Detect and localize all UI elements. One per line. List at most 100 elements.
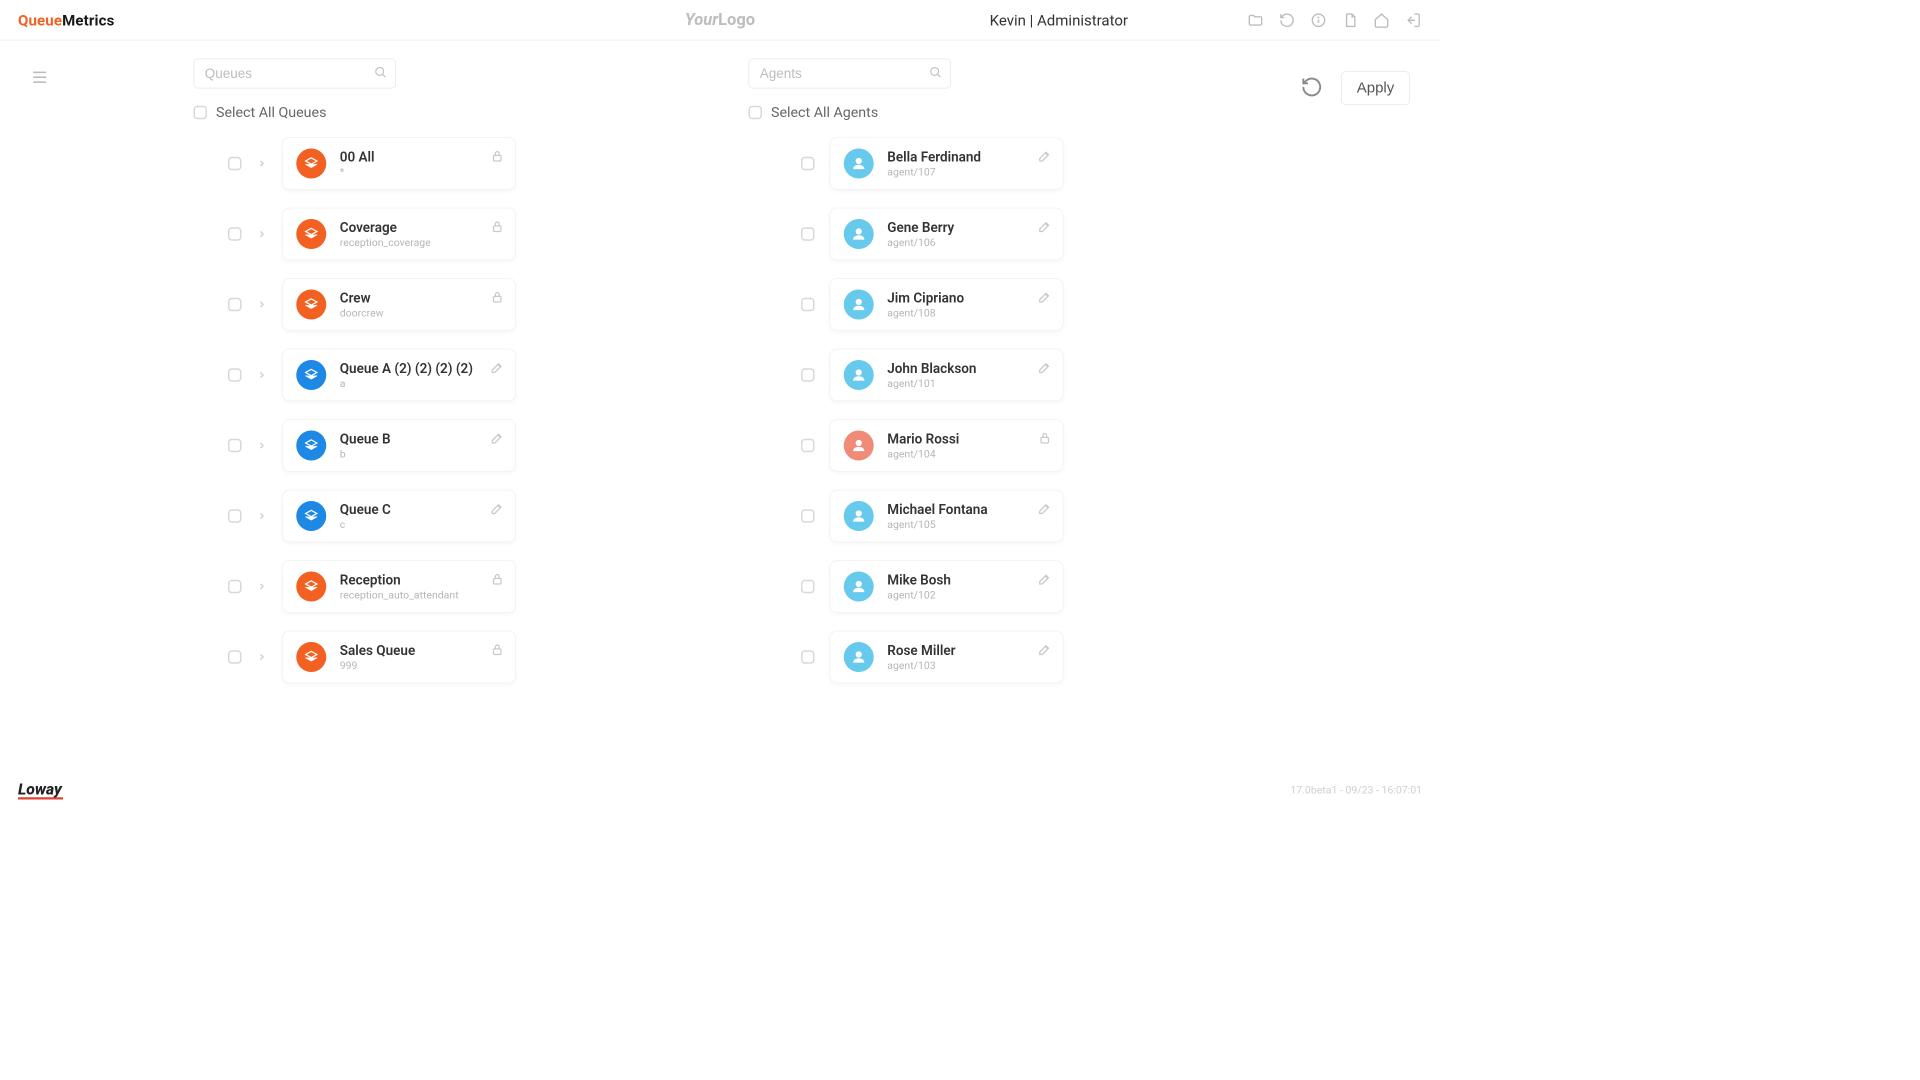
user-icon bbox=[844, 149, 874, 179]
stack-icon bbox=[296, 501, 326, 531]
top-right-controls: Kevin | Administrator bbox=[990, 11, 1422, 29]
queue-checkbox[interactable] bbox=[228, 157, 242, 171]
chevron-right-icon[interactable] bbox=[257, 511, 268, 522]
lock-icon[interactable] bbox=[490, 572, 505, 590]
queue-card[interactable]: Crew doorcrew bbox=[282, 278, 516, 331]
search-icon[interactable] bbox=[374, 65, 388, 82]
edit-icon[interactable] bbox=[1037, 219, 1052, 237]
chevron-right-icon[interactable] bbox=[257, 229, 268, 240]
user-label[interactable]: Kevin | Administrator bbox=[990, 11, 1128, 29]
lock-icon[interactable] bbox=[490, 290, 505, 308]
refresh-button[interactable] bbox=[1300, 75, 1323, 101]
agent-card[interactable]: Mike Bosh agent/102 bbox=[830, 560, 1064, 613]
search-icon[interactable] bbox=[929, 65, 943, 82]
queue-title: Crew bbox=[340, 290, 384, 306]
stack-icon bbox=[296, 149, 326, 179]
edit-icon[interactable] bbox=[1037, 642, 1052, 660]
user-icon bbox=[844, 642, 874, 672]
queues-list: 00 All * Coverage reception_coverage Cre… bbox=[150, 137, 615, 683]
queue-row: Sales Queue 999 bbox=[150, 631, 615, 684]
lock-icon[interactable] bbox=[490, 642, 505, 660]
queue-card[interactable]: Coverage reception_coverage bbox=[282, 208, 516, 261]
queue-subtitle: doorcrew bbox=[340, 307, 384, 319]
apply-button[interactable]: Apply bbox=[1341, 71, 1410, 105]
queue-checkbox[interactable] bbox=[228, 580, 242, 594]
edit-icon[interactable] bbox=[490, 360, 505, 378]
brand-logo: QueueMetrics bbox=[18, 11, 114, 29]
agent-checkbox[interactable] bbox=[801, 650, 815, 664]
agent-checkbox[interactable] bbox=[801, 157, 815, 171]
queue-card[interactable]: 00 All * bbox=[282, 137, 516, 190]
folder-icon[interactable] bbox=[1247, 11, 1265, 29]
queue-card[interactable]: Queue C c bbox=[282, 490, 516, 543]
agent-card[interactable]: Mario Rossi agent/104 bbox=[830, 419, 1064, 472]
agent-subtitle: agent/107 bbox=[887, 166, 981, 178]
queue-card[interactable]: Queue B b bbox=[282, 419, 516, 472]
queue-checkbox[interactable] bbox=[228, 439, 242, 453]
select-all-queues-checkbox[interactable] bbox=[194, 105, 208, 119]
home-icon[interactable] bbox=[1373, 11, 1391, 29]
agent-row: Mario Rossi agent/104 bbox=[705, 419, 1230, 472]
agent-card[interactable]: Michael Fontana agent/105 bbox=[830, 490, 1064, 543]
chevron-right-icon[interactable] bbox=[257, 370, 268, 381]
edit-icon[interactable] bbox=[1037, 501, 1052, 519]
agent-card-text: Jim Cipriano agent/108 bbox=[887, 290, 964, 319]
document-icon[interactable] bbox=[1341, 11, 1359, 29]
queue-subtitle: 999 bbox=[340, 660, 415, 672]
logout-icon[interactable] bbox=[1404, 11, 1422, 29]
center-logo-rest: Logo bbox=[718, 11, 755, 30]
chevron-right-icon[interactable] bbox=[257, 299, 268, 310]
queue-checkbox[interactable] bbox=[228, 227, 242, 241]
info-icon[interactable] bbox=[1310, 11, 1328, 29]
queue-checkbox[interactable] bbox=[228, 509, 242, 523]
top-bar: QueueMetrics YourLogo Kevin | Administra… bbox=[0, 0, 1440, 41]
user-icon bbox=[844, 431, 874, 461]
queue-row: Crew doorcrew bbox=[150, 278, 615, 331]
chevron-right-icon[interactable] bbox=[257, 158, 268, 169]
chevron-right-icon[interactable] bbox=[257, 440, 268, 451]
agent-card[interactable]: John Blackson agent/101 bbox=[830, 349, 1064, 402]
lock-icon[interactable] bbox=[490, 219, 505, 237]
edit-icon[interactable] bbox=[1037, 572, 1052, 590]
chevron-right-icon[interactable] bbox=[257, 581, 268, 592]
queue-title: Queue A (2) (2) (2) (2) bbox=[340, 360, 473, 376]
agent-card-text: Mike Bosh agent/102 bbox=[887, 572, 951, 601]
center-logo: YourLogo bbox=[685, 11, 755, 30]
queue-card[interactable]: Reception reception_auto_attendant bbox=[282, 560, 516, 613]
lock-icon[interactable] bbox=[1037, 431, 1052, 449]
queue-checkbox[interactable] bbox=[228, 298, 242, 312]
menu-toggle-icon[interactable] bbox=[30, 68, 50, 91]
edit-icon[interactable] bbox=[1037, 149, 1052, 167]
agent-checkbox[interactable] bbox=[801, 368, 815, 382]
user-icon bbox=[844, 290, 874, 320]
agent-checkbox[interactable] bbox=[801, 439, 815, 453]
edit-icon[interactable] bbox=[1037, 290, 1052, 308]
agent-checkbox[interactable] bbox=[801, 580, 815, 594]
queue-checkbox[interactable] bbox=[228, 650, 242, 664]
lock-icon[interactable] bbox=[490, 149, 505, 167]
agent-name: Jim Cipriano bbox=[887, 290, 964, 306]
queue-subtitle: * bbox=[340, 166, 375, 178]
agent-name: Mike Bosh bbox=[887, 572, 951, 588]
queues-search-input[interactable] bbox=[194, 59, 397, 89]
agents-search-input[interactable] bbox=[749, 59, 952, 89]
queue-subtitle: reception_auto_attendant bbox=[340, 589, 459, 601]
agent-card[interactable]: Rose Miller agent/103 bbox=[830, 631, 1064, 684]
queue-checkbox[interactable] bbox=[228, 368, 242, 382]
agent-checkbox[interactable] bbox=[801, 298, 815, 312]
queue-card[interactable]: Sales Queue 999 bbox=[282, 631, 516, 684]
agent-card[interactable]: Jim Cipriano agent/108 bbox=[830, 278, 1064, 331]
footer-meta: 17.0beta1 - 09/23 - 16:07:01 bbox=[1290, 785, 1422, 797]
agent-checkbox[interactable] bbox=[801, 227, 815, 241]
main-content: Select All Queues 00 All * Coverage rece… bbox=[0, 41, 1440, 693]
chevron-right-icon[interactable] bbox=[257, 652, 268, 663]
edit-icon[interactable] bbox=[490, 501, 505, 519]
agent-checkbox[interactable] bbox=[801, 509, 815, 523]
edit-icon[interactable] bbox=[490, 431, 505, 449]
agent-card[interactable]: Gene Berry agent/106 bbox=[830, 208, 1064, 261]
agent-card[interactable]: Bella Ferdinand agent/107 bbox=[830, 137, 1064, 190]
queue-card[interactable]: Queue A (2) (2) (2) (2) a bbox=[282, 349, 516, 402]
select-all-agents-checkbox[interactable] bbox=[749, 105, 763, 119]
refresh-icon[interactable] bbox=[1278, 11, 1296, 29]
edit-icon[interactable] bbox=[1037, 360, 1052, 378]
